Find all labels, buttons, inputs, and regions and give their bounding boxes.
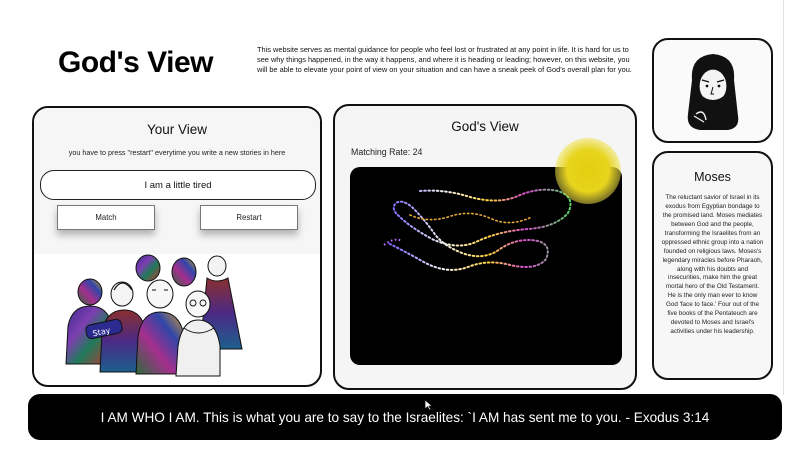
matching-rate: Matching Rate: 24: [351, 147, 423, 157]
story-input[interactable]: [40, 170, 316, 200]
character-description: The reluctant savior of Israel in its ex…: [661, 194, 764, 336]
match-button[interactable]: Match: [57, 205, 155, 230]
page-edge-divider: [783, 0, 784, 395]
character-name: Moses: [694, 170, 731, 184]
intro-text: This website serves as mental guidance f…: [257, 45, 632, 75]
sun-glow: [555, 138, 621, 204]
your-view-card: Your View you have to press "restart" ev…: [32, 106, 322, 387]
mouse-cursor-icon: [424, 399, 433, 411]
scripture-quote-bar: I AM WHO I AM. This is what you are to s…: [28, 394, 782, 440]
your-view-title: Your View: [146, 122, 208, 137]
restart-button[interactable]: Restart: [200, 205, 298, 230]
moses-info-card: Moses The reluctant savior of Israel in …: [652, 151, 773, 380]
moses-avatar-card: [652, 38, 773, 143]
moses-portrait-icon: [687, 54, 739, 130]
group-of-people-illustration: Stay: [60, 254, 260, 379]
site-title: God's View: [58, 46, 213, 79]
gods-view-title: God's View: [451, 119, 519, 134]
your-view-instruction: you have to press "restart" everytime yo…: [68, 148, 286, 157]
scripture-quote: I AM WHO I AM. This is what you are to s…: [100, 409, 710, 425]
